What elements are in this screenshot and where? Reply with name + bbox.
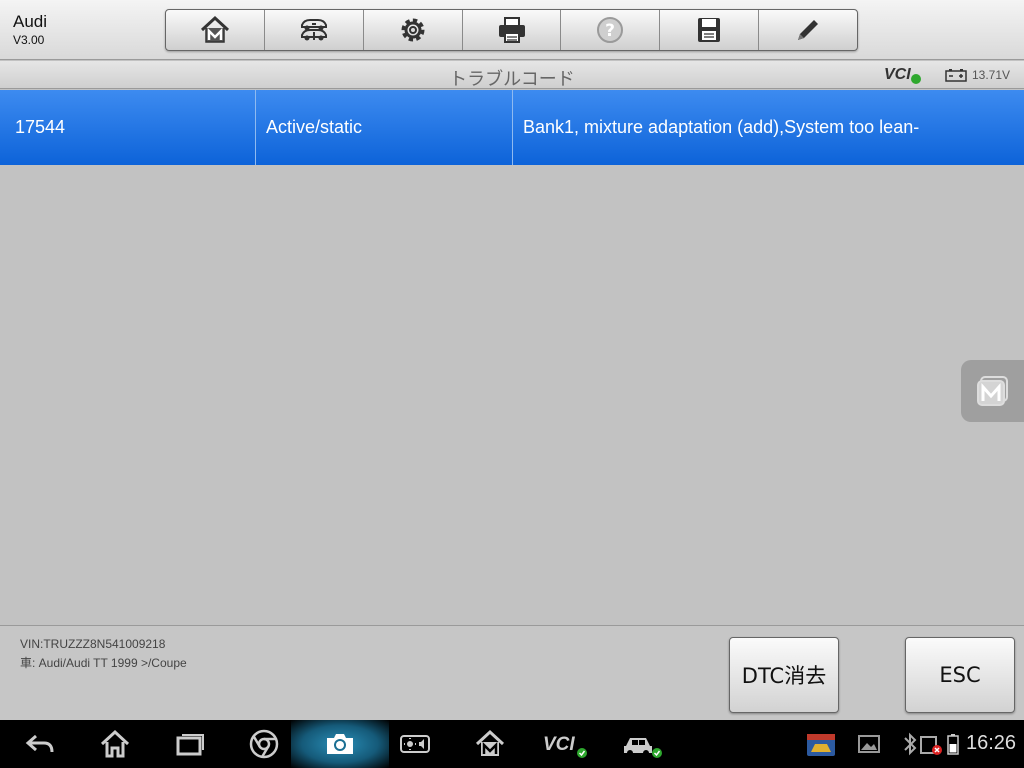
home-nav-button[interactable] <box>97 726 133 762</box>
pencil-icon <box>798 20 819 40</box>
recent-apps-icon <box>176 734 204 756</box>
dtc-description: Bank1, mixture adaptation (add),System t… <box>523 117 920 137</box>
esc-button[interactable]: ESC <box>905 637 1015 713</box>
battery-voltage: 13.71V <box>972 68 1011 82</box>
camera-button[interactable] <box>322 726 358 762</box>
maxisys-home-button[interactable] <box>472 726 508 762</box>
brightness-volume-button[interactable] <box>397 726 433 762</box>
vci-label: VCI <box>884 66 911 83</box>
clock: 16:26 <box>966 732 1017 754</box>
autel-notification-icon[interactable] <box>803 726 839 762</box>
vci-ok-icon <box>910 74 921 84</box>
vehicle-swap-icon <box>300 19 327 41</box>
app-header: Audi V3.00 ? <box>0 0 1024 60</box>
vci-connection-indicator: VCI <box>884 66 921 84</box>
toolbar: ? <box>165 9 858 51</box>
app-version: V3.00 <box>13 33 45 47</box>
gallery-notification-icon[interactable] <box>851 726 887 762</box>
recent-apps-button[interactable] <box>172 726 208 762</box>
back-button[interactable] <box>22 726 58 762</box>
battery-icon <box>945 69 967 82</box>
save-icon <box>698 18 721 42</box>
edit-button[interactable] <box>759 10 857 50</box>
home-m-icon <box>200 15 229 43</box>
dtc-status: Active/static <box>256 90 513 165</box>
car-icon <box>624 738 662 758</box>
help-icon: ? <box>597 17 624 43</box>
help-button[interactable]: ? <box>561 10 661 50</box>
dtc-code: 17544 <box>0 90 256 165</box>
gear-icon <box>401 18 425 42</box>
system-nav-bar: VCI 16:26 <box>0 720 1024 768</box>
back-icon <box>25 734 54 753</box>
m-shortcut-icon <box>976 376 1008 406</box>
print-button[interactable] <box>463 10 562 50</box>
autel-app-icon <box>807 734 835 756</box>
floating-menu-button[interactable] <box>961 360 1024 422</box>
footer-bar: VIN:TRUZZZ8N541009218 車: Audi/Audi TT 19… <box>0 625 1024 720</box>
printer-icon <box>498 17 525 43</box>
svg-text:VCI: VCI <box>543 734 575 755</box>
vehicle-info: VIN:TRUZZZ8N541009218 車: Audi/Audi TT 19… <box>20 635 187 673</box>
chrome-button[interactable] <box>246 726 282 762</box>
no-network-icon <box>918 726 944 762</box>
vehicle-text: 車: Audi/Audi TT 1999 >/Coupe <box>20 656 187 670</box>
page-title: トラブルコード <box>449 69 575 90</box>
vci-manager-button[interactable]: VCI <box>543 726 589 762</box>
chrome-icon <box>249 729 279 759</box>
save-button[interactable] <box>660 10 760 50</box>
camera-icon <box>327 734 353 754</box>
vin-text: VIN:TRUZZZ8N541009218 <box>20 637 166 651</box>
table-row[interactable]: 17544 Active/static Bank1, mixture adapt… <box>0 90 1024 165</box>
settings-button[interactable] <box>364 10 463 50</box>
home-button[interactable] <box>166 10 265 50</box>
image-icon <box>858 735 880 753</box>
bluetooth-icon <box>900 726 920 762</box>
home-m-icon <box>475 729 505 756</box>
vehicle-menu-button[interactable] <box>622 726 664 762</box>
brightness-volume-icon <box>400 735 430 753</box>
app-name: Audi <box>13 12 48 31</box>
battery-status-icon <box>944 726 962 762</box>
vci-icon: VCI <box>543 734 587 758</box>
svg-text:?: ? <box>605 21 615 41</box>
brand: Audi V3.00 <box>13 12 47 48</box>
clear-dtc-button[interactable]: DTC消去 <box>729 637 839 713</box>
title-bar: トラブルコード VCI 13.71V <box>0 61 1024 90</box>
house-icon <box>100 729 130 758</box>
vehicle-swap-button[interactable] <box>265 10 364 50</box>
